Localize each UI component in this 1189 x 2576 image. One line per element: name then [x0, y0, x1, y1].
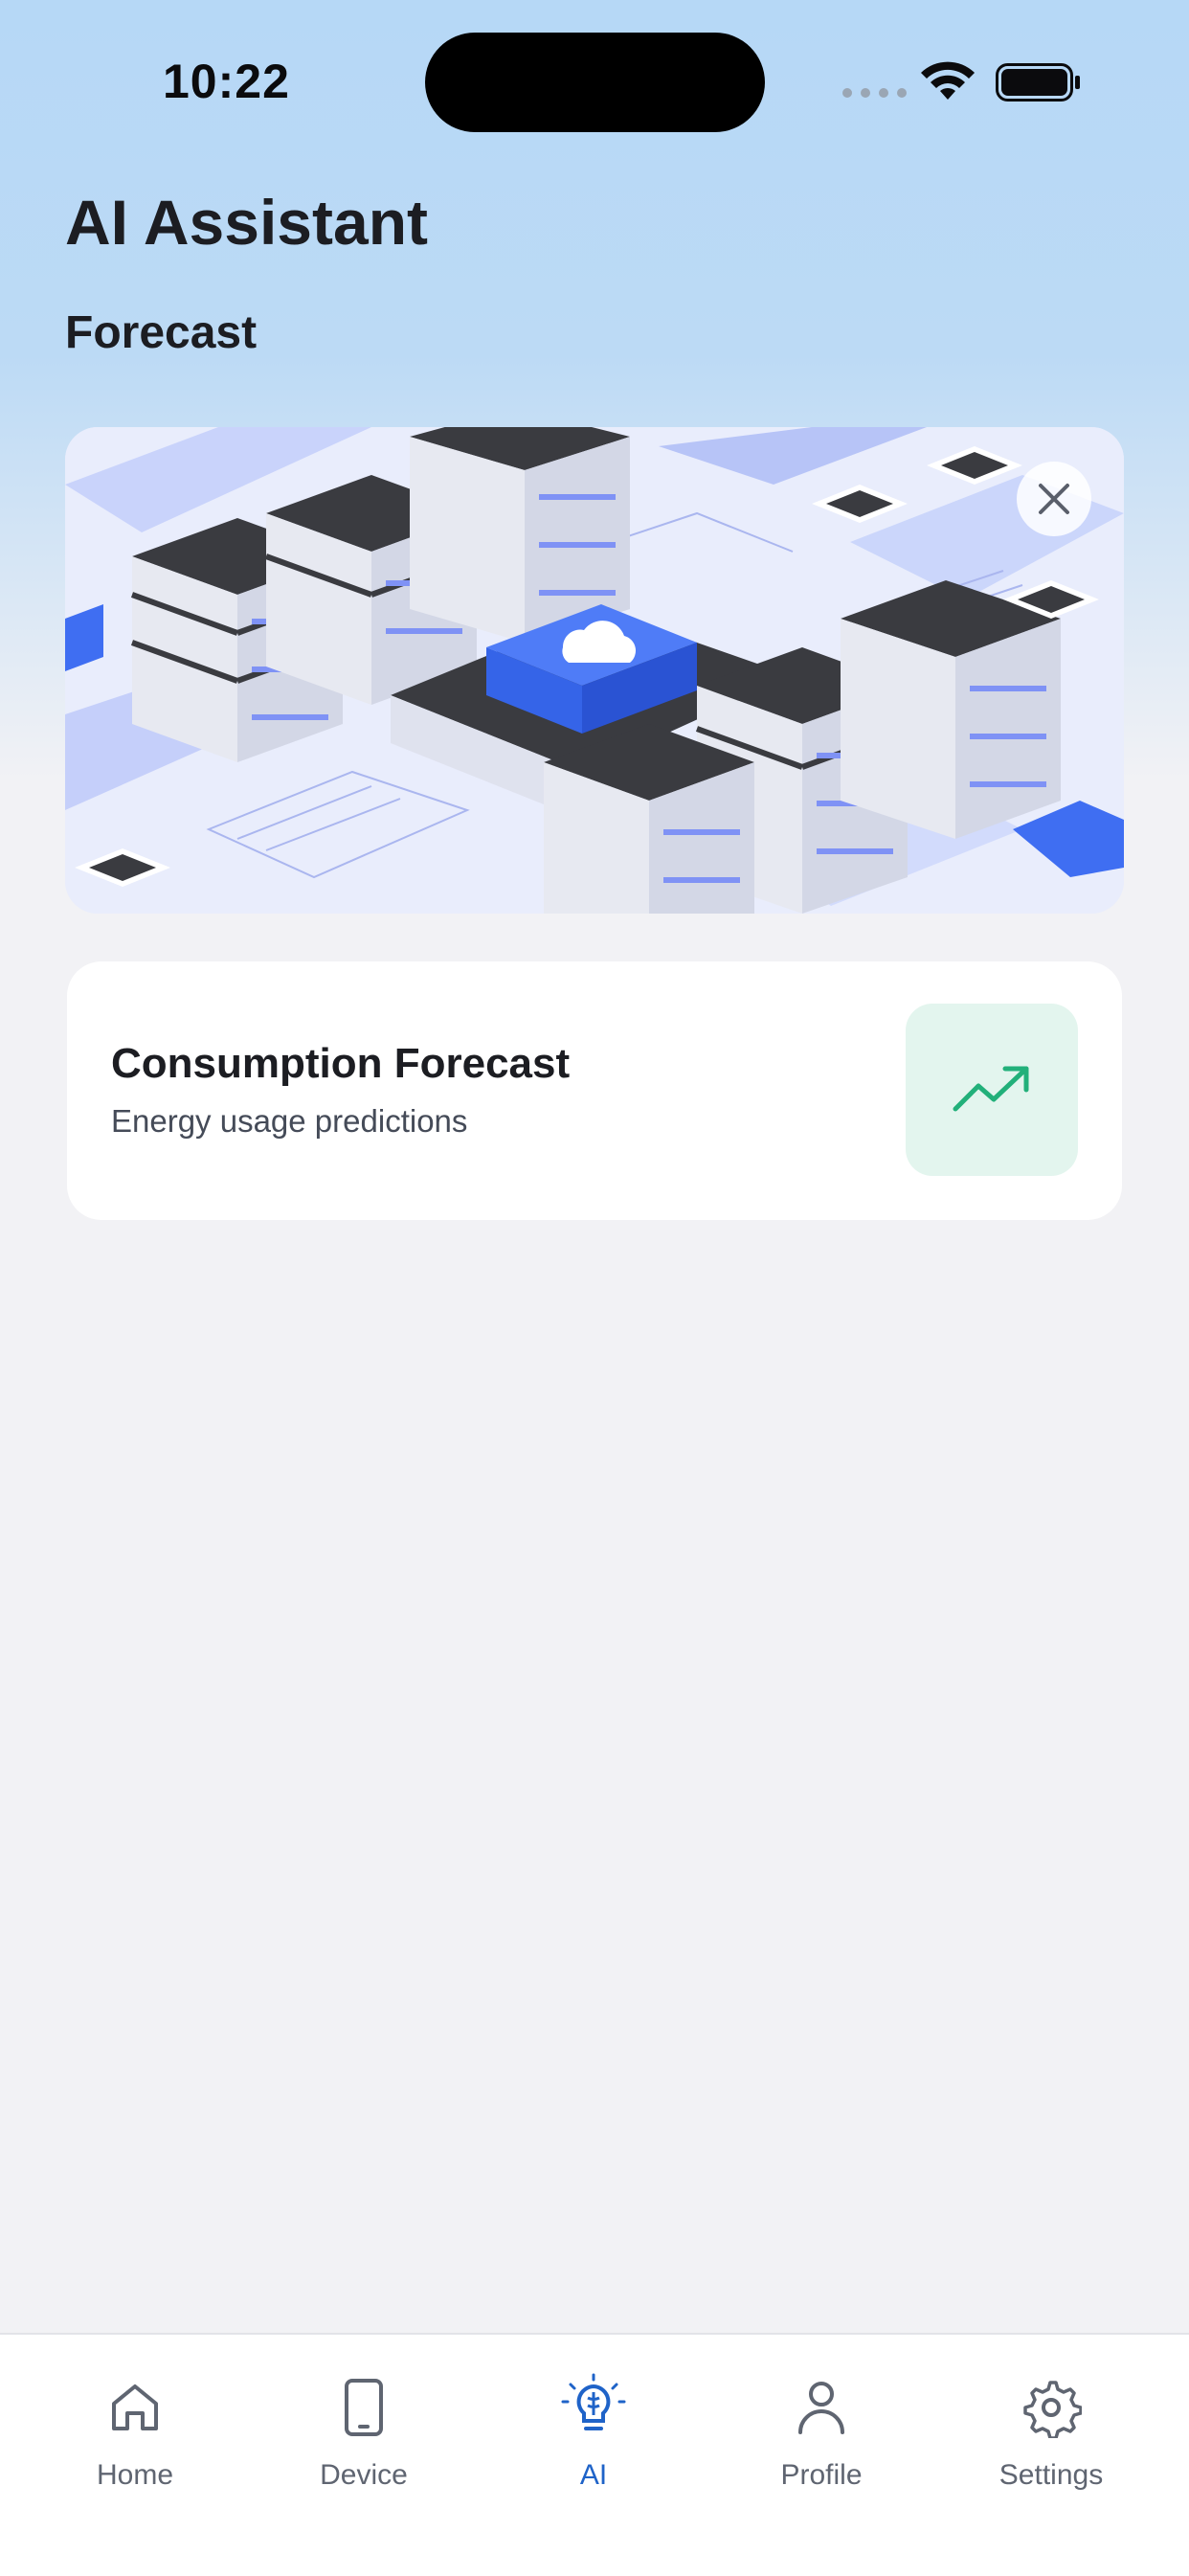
tab-label: Home — [96, 2459, 174, 2491]
close-icon — [1039, 484, 1069, 514]
tab-profile[interactable]: Profile — [726, 2369, 917, 2492]
datacenter-banner-image — [65, 427, 1124, 914]
tab-settings[interactable]: Settings — [955, 2369, 1147, 2492]
status-time: 10:22 — [163, 55, 290, 108]
gear-icon — [1023, 2381, 1082, 2438]
home-icon — [112, 2384, 158, 2430]
card-subtitle: Energy usage predictions — [111, 1103, 468, 1139]
dynamic-island — [425, 33, 765, 132]
tab-home[interactable]: Home — [39, 2369, 231, 2492]
section-title: Forecast — [65, 307, 258, 358]
device-icon — [345, 2379, 383, 2436]
tab-label: AI — [579, 2459, 608, 2491]
cellular-signal-icon — [842, 88, 907, 98]
tab-label: Settings — [998, 2459, 1104, 2491]
banner-close-button[interactable] — [1017, 462, 1091, 536]
card-title: Consumption Forecast — [111, 1040, 571, 1087]
card-icon-container — [906, 1004, 1078, 1176]
tab-device[interactable]: Device — [268, 2369, 460, 2492]
wifi-icon — [919, 61, 976, 108]
battery-icon — [996, 63, 1082, 106]
tab-label: Profile — [780, 2459, 863, 2491]
ai-bulb-icon — [561, 2373, 626, 2430]
consumption-forecast-card[interactable]: Consumption Forecast Energy usage predic… — [67, 961, 1122, 1220]
person-icon — [798, 2382, 844, 2434]
tab-label: Device — [320, 2459, 408, 2491]
tab-ai[interactable]: AI — [498, 2369, 689, 2492]
trending-up-icon — [953, 1066, 1029, 1112]
page-title: AI Assistant — [65, 187, 428, 258]
bottom-tab-bar: Home Device AI Profile Settings — [0, 2333, 1189, 2576]
